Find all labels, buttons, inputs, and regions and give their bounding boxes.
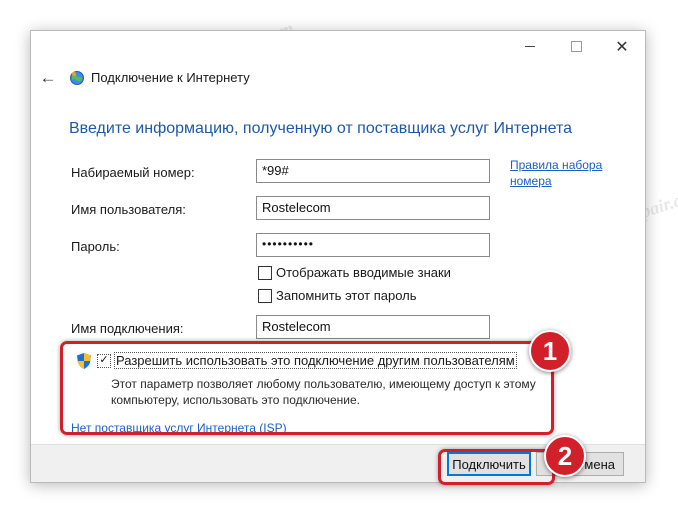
remember-password-checkbox[interactable]: Запомнить этот пароль	[258, 288, 417, 303]
maximize-icon	[570, 41, 582, 52]
checkbox-box[interactable]	[258, 288, 272, 303]
minimize-button[interactable]	[507, 31, 553, 62]
username-field[interactable]: Rostelecom	[256, 196, 490, 220]
minimize-icon	[525, 46, 535, 47]
back-arrow-icon[interactable]: ←	[39, 69, 57, 87]
maximize-button[interactable]	[553, 31, 599, 62]
remember-password-label: Запомнить этот пароль	[276, 288, 417, 303]
show-characters-checkbox[interactable]: Отображать вводимые знаки	[258, 265, 451, 280]
window-title: Подключение к Интернету	[91, 70, 250, 85]
highlight-connect-button	[438, 449, 555, 485]
phone-number-field[interactable]: *99#	[256, 159, 490, 183]
phone-number-label: Набираемый номер:	[71, 165, 195, 180]
username-label: Имя пользователя:	[71, 202, 186, 217]
step-badge-2: 2	[544, 435, 586, 477]
show-characters-label: Отображать вводимые знаки	[276, 265, 451, 280]
connection-name-label: Имя подключения:	[71, 321, 184, 336]
dialing-rules-link[interactable]: Правила набора номера	[510, 157, 620, 189]
page-heading: Введите информацию, полученную от постав…	[69, 120, 573, 137]
title-bar: ✕	[31, 31, 645, 62]
connection-name-field[interactable]: Rostelecom	[256, 315, 490, 339]
highlight-sharing	[60, 341, 554, 435]
close-button[interactable]: ✕	[599, 31, 645, 62]
checkbox-box[interactable]	[258, 265, 272, 280]
network-globe-icon	[70, 71, 84, 85]
password-field[interactable]: ••••••••••	[256, 233, 490, 257]
password-label: Пароль:	[71, 239, 120, 254]
step-badge-1: 1	[529, 330, 571, 372]
